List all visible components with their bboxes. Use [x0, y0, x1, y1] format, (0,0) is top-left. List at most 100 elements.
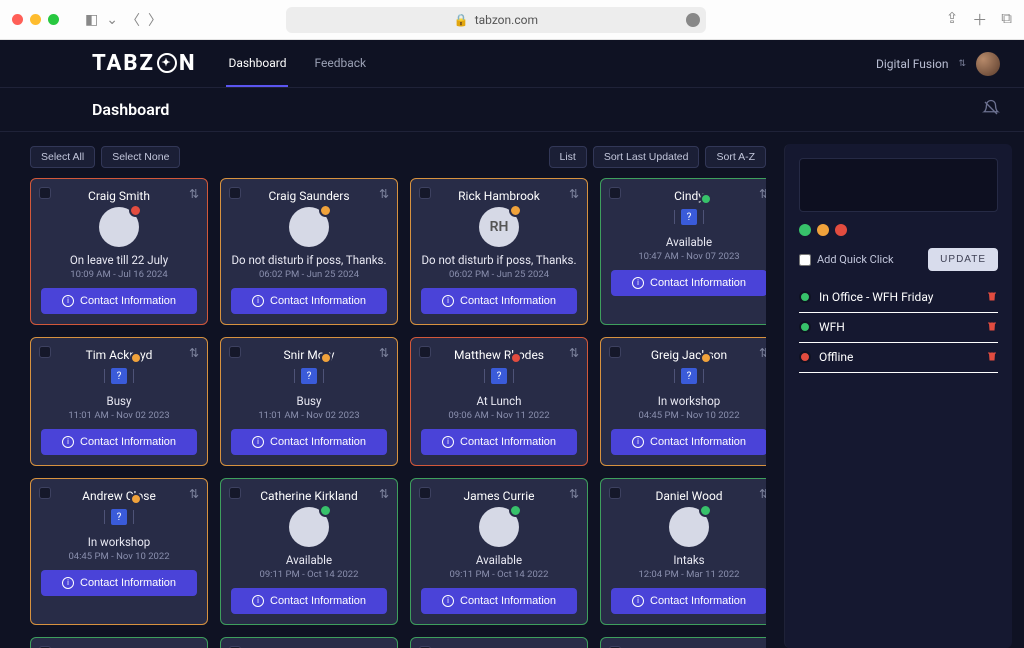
- reorder-icon[interactable]: ⇅: [759, 187, 766, 201]
- person-card[interactable]: ⇅ Julie McLeod Available i Contact Infor…: [410, 637, 588, 648]
- contact-info-button[interactable]: i Contact Information: [421, 588, 577, 614]
- contact-info-button[interactable]: i Contact Information: [421, 288, 577, 314]
- view-list-button[interactable]: List: [549, 146, 587, 168]
- person-status: Available: [666, 235, 712, 249]
- select-checkbox[interactable]: [39, 487, 51, 499]
- select-checkbox[interactable]: [419, 187, 431, 199]
- contact-info-button[interactable]: i Contact Information: [41, 288, 197, 314]
- reorder-icon[interactable]: ⇅: [569, 487, 579, 501]
- contact-info-button[interactable]: i Contact Information: [231, 288, 387, 314]
- select-checkbox[interactable]: [229, 187, 241, 199]
- person-card[interactable]: ⇅ Catherine Kirkland Available 09:11 PM …: [220, 478, 398, 625]
- forward-icon[interactable]: 〉: [148, 10, 162, 30]
- add-quick-click-checkbox[interactable]: Add Quick Click: [799, 253, 894, 266]
- person-card[interactable]: ⇅ Matthew Rhodes ? At Lunch 09:06 AM - N…: [410, 337, 588, 466]
- note-input[interactable]: [799, 158, 998, 212]
- person-name: Craig Smith: [88, 189, 150, 203]
- tabs-overview-icon[interactable]: ⧉: [1001, 9, 1012, 30]
- info-icon: i: [632, 436, 644, 448]
- person-card[interactable]: ⇅ Rick Hambrook RH Do not disturb if pos…: [410, 178, 588, 325]
- select-none-button[interactable]: Select None: [101, 146, 180, 168]
- person-card[interactable]: ⇅ Tim Ackroyd ? Busy 11:01 AM - Nov 02 2…: [30, 337, 208, 466]
- notifications-icon[interactable]: [982, 99, 1000, 121]
- avatar-placeholder: ?: [104, 362, 134, 394]
- person-card[interactable]: ⇅ Craig Saunders Do not disturb if poss,…: [220, 178, 398, 325]
- account-menu[interactable]: Digital Fusion ⇅: [876, 52, 1000, 76]
- quick-click-checkbox[interactable]: [799, 254, 811, 266]
- trash-icon[interactable]: [986, 287, 998, 306]
- contact-info-button[interactable]: i Contact Information: [41, 429, 197, 455]
- trash-icon[interactable]: [986, 317, 998, 336]
- status-green-button[interactable]: [799, 224, 811, 236]
- select-checkbox[interactable]: [609, 187, 621, 199]
- tab-dashboard[interactable]: Dashboard: [226, 41, 288, 87]
- reorder-icon[interactable]: ⇅: [569, 346, 579, 360]
- reorder-icon[interactable]: ⇅: [379, 346, 389, 360]
- contact-info-button[interactable]: i Contact Information: [611, 429, 766, 455]
- reorder-icon[interactable]: ⇅: [189, 187, 199, 201]
- reorder-icon[interactable]: ⇅: [569, 187, 579, 201]
- trash-icon[interactable]: [986, 347, 998, 366]
- tab-feedback[interactable]: Feedback: [312, 41, 368, 87]
- minimize-window-icon[interactable]: [30, 14, 41, 25]
- person-card[interactable]: ⇅ Cindy ? Available 10:47 AM - Nov 07 20…: [600, 178, 766, 325]
- contact-info-button[interactable]: i Contact Information: [231, 588, 387, 614]
- contact-info-button[interactable]: i Contact Information: [41, 570, 197, 596]
- back-icon[interactable]: 〈: [126, 10, 140, 30]
- select-checkbox[interactable]: [39, 187, 51, 199]
- status-dot-icon: [130, 493, 142, 505]
- sidebar-toggle-icon[interactable]: ◧: [85, 12, 98, 28]
- person-card[interactable]: ⇅ Greig Jackson ? In workshop 04:45 PM -…: [600, 337, 766, 466]
- person-card[interactable]: ⇅ Snir Mory ? Busy 11:01 AM - Nov 02 202…: [220, 337, 398, 466]
- info-icon: i: [252, 595, 264, 607]
- site-settings-icon[interactable]: [686, 13, 700, 27]
- reorder-icon[interactable]: ⇅: [189, 346, 199, 360]
- update-button[interactable]: UPDATE: [928, 248, 998, 271]
- select-checkbox[interactable]: [229, 346, 241, 358]
- maximize-window-icon[interactable]: [48, 14, 59, 25]
- close-window-icon[interactable]: [12, 14, 23, 25]
- person-card[interactable]: ⇅ Stephen Baker Available i Contact Info…: [30, 637, 208, 648]
- person-card[interactable]: ⇅ Paul Hutton Available i Contact Inform…: [220, 637, 398, 648]
- quick-status-row[interactable]: Offline: [799, 343, 998, 373]
- reorder-icon[interactable]: ⇅: [379, 187, 389, 201]
- new-tab-icon[interactable]: ＋: [972, 9, 987, 30]
- address-bar[interactable]: 🔒 tabzon.com: [286, 7, 706, 33]
- person-card[interactable]: ⇅ Robert Sinton Available i Contact Info…: [600, 637, 766, 648]
- sort-az-button[interactable]: Sort A-Z: [705, 146, 766, 168]
- chevron-down-icon[interactable]: ⌄: [106, 12, 118, 28]
- person-card[interactable]: ⇅ Craig Smith On leave till 22 July 10:0…: [30, 178, 208, 325]
- contact-info-button[interactable]: i Contact Information: [231, 429, 387, 455]
- status-red-button[interactable]: [835, 224, 847, 236]
- reorder-icon[interactable]: ⇅: [189, 487, 199, 501]
- share-icon[interactable]: ⇪: [946, 9, 959, 30]
- select-checkbox[interactable]: [609, 346, 621, 358]
- page-title: Dashboard: [92, 100, 169, 119]
- reorder-icon[interactable]: ⇅: [759, 487, 766, 501]
- select-checkbox[interactable]: [229, 487, 241, 499]
- person-card[interactable]: ⇅ Andrew Close ? In workshop 04:45 PM - …: [30, 478, 208, 625]
- contact-label: Contact Information: [80, 295, 176, 307]
- quick-status-row[interactable]: In Office - WFH Friday: [799, 283, 998, 313]
- select-all-button[interactable]: Select All: [30, 146, 95, 168]
- contact-info-button[interactable]: i Contact Information: [611, 588, 766, 614]
- select-checkbox[interactable]: [419, 346, 431, 358]
- reorder-icon[interactable]: ⇅: [759, 346, 766, 360]
- info-icon: i: [62, 436, 74, 448]
- status-dot-icon: [799, 321, 811, 333]
- select-checkbox[interactable]: [39, 346, 51, 358]
- status-dot-icon: [130, 352, 142, 364]
- person-status: In workshop: [658, 394, 721, 408]
- quick-status-row[interactable]: WFH: [799, 313, 998, 343]
- contact-info-button[interactable]: i Contact Information: [611, 270, 766, 296]
- reorder-icon[interactable]: ⇅: [379, 487, 389, 501]
- select-checkbox[interactable]: [609, 487, 621, 499]
- person-card[interactable]: ⇅ Daniel Wood Intaks 12:04 PM - Mar 11 2…: [600, 478, 766, 625]
- person-card[interactable]: ⇅ James Currie Available 09:11 PM - Oct …: [410, 478, 588, 625]
- status-orange-button[interactable]: [817, 224, 829, 236]
- contact-info-button[interactable]: i Contact Information: [421, 429, 577, 455]
- sort-updated-button[interactable]: Sort Last Updated: [593, 146, 700, 168]
- avatar-placeholder: ?: [674, 203, 704, 235]
- select-checkbox[interactable]: [419, 487, 431, 499]
- contact-label: Contact Information: [270, 436, 366, 448]
